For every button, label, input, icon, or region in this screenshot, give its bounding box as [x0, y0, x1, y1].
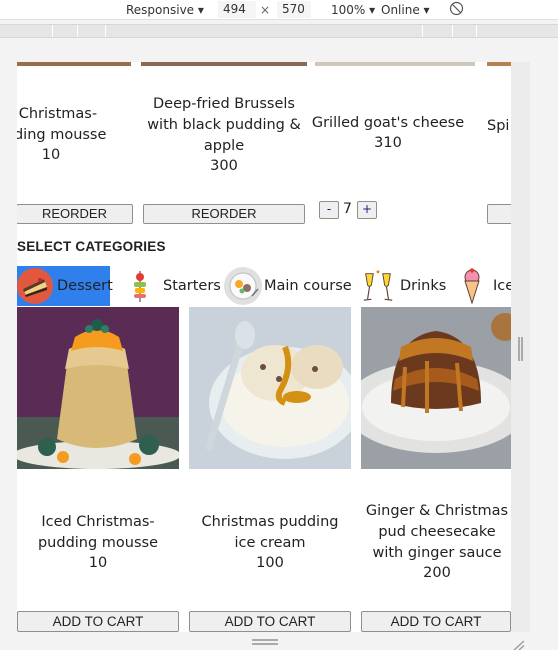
reorder-button[interactable]: REORDER	[17, 204, 133, 224]
add-to-cart-button[interactable]: ADD TO CART	[17, 611, 179, 632]
product-name: d Christmas- udding mousse	[17, 106, 107, 143]
increase-quantity-button[interactable]: +	[357, 201, 377, 219]
dropdown-arrow-icon: ▾	[423, 3, 430, 17]
dimension-separator: ×	[260, 3, 271, 17]
product-name: Iced Christmas-pudding mousse	[37, 514, 159, 551]
plate-icon	[224, 267, 262, 305]
category-dessert[interactable]: Dessert	[17, 266, 113, 306]
device-select[interactable]: Responsive ▾	[126, 2, 204, 18]
ice-cream-icon	[459, 268, 485, 305]
height-input[interactable]: 570	[277, 1, 311, 18]
add-to-cart-button[interactable]: ADD TO CART	[361, 611, 511, 632]
zoom-select[interactable]: 100% ▾	[331, 2, 375, 18]
ruler-tick	[476, 25, 477, 37]
category-main-course[interactable]: Main course	[224, 266, 354, 306]
media-query-bar[interactable]	[0, 24, 558, 38]
skewer-icon	[129, 268, 151, 304]
reorder-button[interactable]: REORDER	[143, 204, 305, 224]
cake-icon	[17, 268, 53, 304]
add-to-cart-button[interactable]: ADD TO CART	[189, 611, 351, 632]
product-name: Grilled goat's cheese	[311, 115, 465, 131]
category-starters[interactable]: Starters	[129, 266, 221, 306]
product-image	[487, 62, 511, 66]
category-ice[interactable]: Ice	[459, 266, 511, 306]
device-label: Responsive	[126, 3, 195, 17]
ruler-tick	[77, 25, 78, 37]
product-price: 300	[210, 158, 238, 174]
network-label: Online	[381, 3, 420, 17]
category-label: Main course	[264, 278, 352, 294]
page-viewport: d Christmas- udding mousse 10 REORDER De…	[17, 62, 511, 632]
product-price: 100	[256, 555, 284, 571]
product-name: Christmas pudding ice cream	[201, 514, 339, 551]
product-price: 200	[423, 565, 451, 581]
device-toolbar: Responsive ▾ 494 × 570 100% ▾ Online ▾	[0, 0, 558, 20]
resize-handle-bottom[interactable]	[252, 639, 278, 645]
category-label: Drinks	[400, 278, 447, 294]
network-select[interactable]: Online ▾	[381, 2, 430, 18]
product-price: 10	[88, 555, 108, 571]
product-image	[17, 62, 131, 66]
decrease-quantity-button[interactable]: -	[319, 201, 339, 219]
rotate-icon[interactable]	[449, 1, 464, 20]
ruler-tick	[422, 25, 423, 37]
product-name: Spi	[487, 118, 510, 134]
product-price: 310	[374, 135, 402, 151]
product-name: Deep-fried Brussels with black pudding &…	[147, 96, 301, 154]
categories-title: SELECT CATEGORIES	[17, 239, 166, 254]
category-label: Ice	[493, 278, 511, 294]
product-image	[141, 62, 307, 66]
dropdown-arrow-icon: ▾	[197, 3, 204, 17]
quantity-value: 7	[343, 201, 352, 217]
ruler-tick	[52, 25, 53, 37]
ruler-tick	[452, 25, 453, 37]
ruler-tick	[105, 25, 106, 37]
product-name: Ginger & Christmas pud cheesecake with g…	[365, 503, 509, 561]
dropdown-arrow-icon: ▾	[369, 3, 376, 17]
zoom-label: 100%	[331, 3, 366, 17]
resize-corner-icon[interactable]	[512, 636, 526, 650]
width-input[interactable]: 494	[218, 1, 256, 18]
category-label: Starters	[163, 278, 221, 294]
category-label: Dessert	[57, 278, 113, 294]
product-image	[17, 307, 179, 469]
product-price: 10	[41, 147, 61, 163]
category-drinks[interactable]: Drinks	[360, 266, 450, 306]
product-image	[361, 307, 511, 469]
resize-handle-right[interactable]	[518, 337, 523, 361]
champagne-icon	[360, 268, 396, 304]
product-image	[315, 62, 475, 66]
reorder-button[interactable]	[487, 204, 511, 224]
product-image	[189, 307, 351, 469]
